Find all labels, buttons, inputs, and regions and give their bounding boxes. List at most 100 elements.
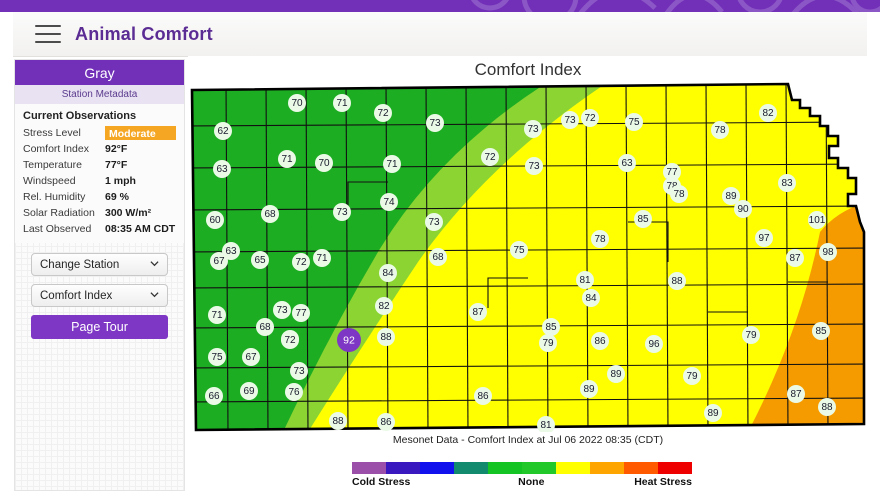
- station-marker[interactable]: 88: [668, 272, 686, 290]
- station-marker[interactable]: 90: [734, 200, 752, 218]
- station-marker[interactable]: 98: [819, 243, 837, 261]
- observation-row-comfort-index: Comfort Index 92°F: [23, 141, 176, 157]
- station-marker[interactable]: 89: [704, 404, 722, 422]
- station-marker[interactable]: 71: [278, 150, 296, 168]
- station-marker[interactable]: 86: [474, 387, 492, 405]
- station-metadata-link[interactable]: Station Metadata: [15, 85, 184, 104]
- station-marker[interactable]: 72: [374, 104, 392, 122]
- station-marker[interactable]: 76: [285, 383, 303, 401]
- station-marker[interactable]: 67: [242, 348, 260, 366]
- station-marker[interactable]: 71: [383, 155, 401, 173]
- station-marker[interactable]: 88: [818, 398, 836, 416]
- station-marker[interactable]: 66: [205, 387, 223, 405]
- station-marker[interactable]: 71: [313, 249, 331, 267]
- legend-swatch-2: [420, 462, 454, 474]
- observation-row-solar-radiation: Solar Radiation 300 W/m²: [23, 205, 176, 221]
- page-tour-button[interactable]: Page Tour: [31, 315, 168, 339]
- station-marker[interactable]: 68: [256, 318, 274, 336]
- station-marker[interactable]: 73: [290, 362, 308, 380]
- station-marker[interactable]: 79: [539, 334, 557, 352]
- station-marker[interactable]: 87: [786, 249, 804, 267]
- obs-value: 92°F: [105, 143, 128, 155]
- station-value: 68: [259, 322, 271, 333]
- variable-select[interactable]: Comfort Index: [31, 284, 168, 307]
- station-marker[interactable]: 65: [251, 251, 269, 269]
- station-marker[interactable]: 82: [375, 297, 393, 315]
- station-value: 78: [594, 234, 606, 245]
- station-marker[interactable]: 83: [778, 174, 796, 192]
- station-value: 73: [428, 217, 440, 228]
- station-value: 88: [671, 276, 683, 287]
- station-marker[interactable]: 81: [576, 271, 594, 289]
- station-marker[interactable]: 96: [645, 335, 663, 353]
- legend-labels: Cold Stress None Heat Stress: [352, 476, 692, 488]
- change-station-select[interactable]: Change Station: [31, 253, 168, 276]
- observations-title: Current Observations: [23, 110, 137, 122]
- station-marker[interactable]: 84: [582, 289, 600, 307]
- selected-station-marker[interactable]: 92: [337, 328, 361, 352]
- station-marker[interactable]: 75: [208, 348, 226, 366]
- station-value: 84: [382, 268, 394, 279]
- station-marker[interactable]: 73: [524, 120, 542, 138]
- station-marker[interactable]: 88: [329, 412, 347, 430]
- station-marker[interactable]: 68: [261, 205, 279, 223]
- station-marker[interactable]: 73: [525, 157, 543, 175]
- station-marker[interactable]: 101: [808, 211, 826, 229]
- observation-row-stress-level: Stress Level Moderate: [23, 125, 176, 141]
- station-marker[interactable]: 86: [591, 332, 609, 350]
- station-value: 73: [276, 305, 288, 316]
- station-value: 71: [281, 154, 293, 165]
- station-marker[interactable]: 67: [210, 252, 228, 270]
- station-marker[interactable]: 75: [510, 241, 528, 259]
- station-marker[interactable]: 85: [542, 318, 560, 336]
- station-marker[interactable]: 71: [333, 94, 351, 112]
- station-marker[interactable]: 60: [206, 211, 224, 229]
- station-marker[interactable]: 86: [377, 413, 395, 431]
- station-value: 74: [383, 197, 395, 208]
- kansas-comfort-index-map[interactable]: 70 71 72 73 62 73 73 72 75 78 82 63 71 70 71 72 73 63 77 78…: [188, 82, 868, 434]
- station-marker[interactable]: 74: [380, 193, 398, 211]
- station-marker[interactable]: 77: [292, 304, 310, 322]
- station-marker[interactable]: 82: [759, 104, 777, 122]
- station-marker[interactable]: 70: [288, 94, 306, 112]
- station-marker[interactable]: 63: [213, 160, 231, 178]
- station-marker[interactable]: 84: [379, 264, 397, 282]
- station-value: 96: [648, 339, 660, 350]
- station-marker[interactable]: 68: [429, 248, 447, 266]
- station-marker[interactable]: 85: [812, 322, 830, 340]
- station-value: 63: [621, 158, 633, 169]
- station-marker[interactable]: 72: [481, 148, 499, 166]
- station-value: 62: [217, 126, 229, 137]
- station-marker[interactable]: 75: [625, 113, 643, 131]
- station-marker[interactable]: 73: [426, 114, 444, 132]
- station-marker[interactable]: 73: [273, 301, 291, 319]
- station-marker[interactable]: 62: [214, 122, 232, 140]
- station-marker[interactable]: 78: [591, 230, 609, 248]
- station-value: 86: [477, 391, 489, 402]
- station-marker[interactable]: 88: [377, 328, 395, 346]
- station-marker[interactable]: 63: [618, 154, 636, 172]
- station-marker[interactable]: 78: [670, 185, 688, 203]
- station-marker[interactable]: 89: [580, 380, 598, 398]
- station-marker[interactable]: 85: [634, 210, 652, 228]
- station-marker[interactable]: 89: [607, 365, 625, 383]
- station-marker[interactable]: 79: [683, 367, 701, 385]
- station-marker[interactable]: 71: [208, 306, 226, 324]
- station-marker[interactable]: 73: [425, 213, 443, 231]
- station-marker[interactable]: 78: [711, 121, 729, 139]
- station-marker[interactable]: 69: [240, 382, 258, 400]
- station-marker[interactable]: 70: [315, 154, 333, 172]
- station-marker[interactable]: 73: [561, 111, 579, 129]
- station-value: 77: [295, 308, 307, 319]
- station-marker[interactable]: 73: [333, 203, 351, 221]
- station-marker[interactable]: 72: [281, 331, 299, 349]
- hamburger-icon[interactable]: [35, 25, 61, 43]
- station-marker[interactable]: 87: [787, 385, 805, 403]
- station-marker[interactable]: 79: [742, 326, 760, 344]
- station-marker[interactable]: 72: [581, 109, 599, 127]
- observation-row-last-observed: Last Observed 08:35 AM CDT: [23, 221, 176, 237]
- station-marker[interactable]: 72: [292, 253, 310, 271]
- station-marker[interactable]: 97: [755, 229, 773, 247]
- station-marker[interactable]: 87: [469, 303, 487, 321]
- station-value: 69: [243, 386, 255, 397]
